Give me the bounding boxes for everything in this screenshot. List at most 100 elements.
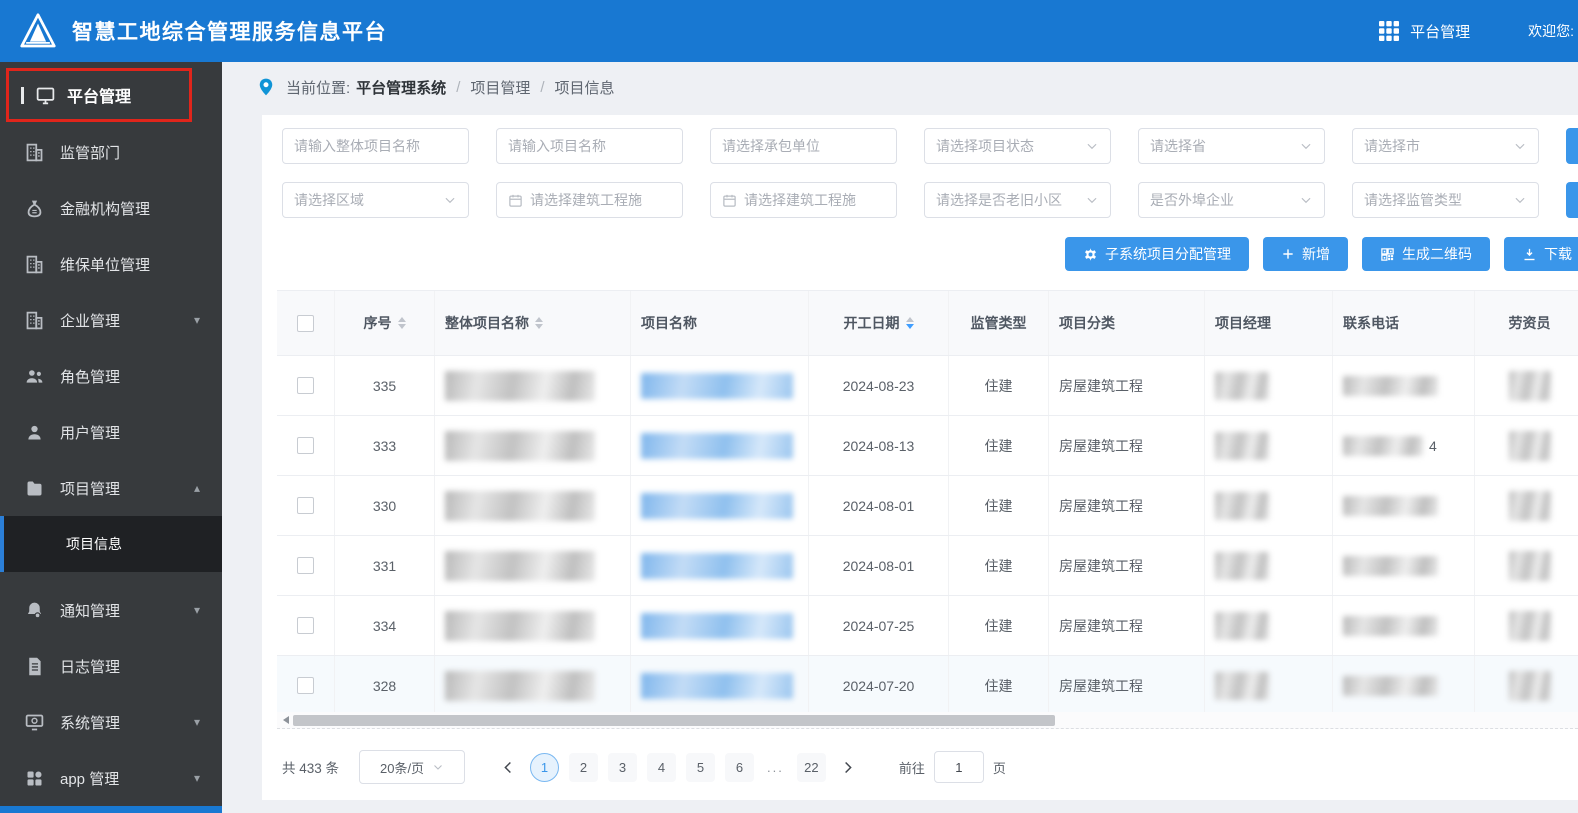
page-button-3[interactable]: 3 bbox=[608, 752, 638, 782]
col-header-select[interactable] bbox=[277, 291, 335, 355]
construction-date-end[interactable]: 请选择建筑工程施 bbox=[710, 182, 897, 218]
table-cell: 2024-08-13 bbox=[809, 416, 949, 475]
page-button-6[interactable]: 6 bbox=[725, 752, 755, 782]
sort-icon[interactable] bbox=[535, 317, 543, 329]
overall-project-name-input[interactable]: 请输入整体项目名称 bbox=[282, 128, 469, 164]
col-header-overall-name[interactable]: 整体项目名称 bbox=[435, 291, 631, 355]
row-checkbox[interactable] bbox=[297, 377, 314, 394]
table-cell bbox=[435, 476, 631, 535]
page-button-5[interactable]: 5 bbox=[686, 752, 716, 782]
sidebar-item-label: 金融机构管理 bbox=[60, 200, 151, 218]
page-button-2[interactable]: 2 bbox=[569, 752, 599, 782]
add-button[interactable]: 新增 bbox=[1263, 237, 1348, 271]
breadcrumb-item-root[interactable]: 平台管理系统 bbox=[356, 77, 446, 98]
col-header-start-date[interactable]: 开工日期 bbox=[809, 291, 949, 355]
table-cell bbox=[1333, 536, 1475, 595]
sidebar-item-system[interactable]: 系统管理 ▾ bbox=[0, 694, 222, 750]
row-checkbox[interactable] bbox=[297, 437, 314, 454]
scrollbar-thumb[interactable] bbox=[293, 714, 1055, 726]
goto-page-input[interactable]: 1 bbox=[933, 751, 984, 783]
sort-icon[interactable] bbox=[397, 317, 406, 329]
construction-date-start[interactable]: 请选择建筑工程施 bbox=[496, 182, 683, 218]
col-header-seq[interactable]: 序号 bbox=[335, 291, 435, 355]
moneybag-icon bbox=[24, 198, 45, 219]
row-checkbox[interactable] bbox=[297, 617, 314, 634]
breadcrumb-item-project-mgmt[interactable]: 项目管理 bbox=[470, 77, 530, 98]
page-size-select[interactable]: 20条/页 bbox=[359, 750, 466, 784]
prev-page-button[interactable] bbox=[491, 752, 525, 782]
search-button[interactable] bbox=[1566, 128, 1578, 164]
external-enterprise-select[interactable]: 是否外埠企业 bbox=[1138, 182, 1325, 218]
placeholder-text: 请选择承包单位 bbox=[722, 138, 820, 154]
table-cell bbox=[631, 416, 809, 475]
download-button[interactable]: 下载 bbox=[1504, 237, 1578, 271]
redacted-project-name-link[interactable] bbox=[641, 552, 793, 579]
generate-qrcode-button[interactable]: 生成二维码 bbox=[1362, 237, 1490, 271]
table-cell: 334 bbox=[335, 596, 435, 655]
sidebar-item-notice[interactable]: 通知管理 ▾ bbox=[0, 582, 222, 638]
old-community-select[interactable]: 请选择是否老旧小区 bbox=[924, 182, 1111, 218]
sidebar-item-role[interactable]: 角色管理 bbox=[0, 348, 222, 404]
sidebar-item-label: 平台管理 bbox=[67, 89, 132, 106]
search-button[interactable] bbox=[1566, 182, 1578, 218]
more-pages-button[interactable]: ... bbox=[767, 760, 784, 775]
sort-desc-icon bbox=[905, 324, 914, 329]
collapse-bar-icon bbox=[21, 86, 24, 104]
seq-value: 328 bbox=[372, 677, 397, 694]
row-checkbox[interactable] bbox=[297, 497, 314, 514]
redacted-project-name-link[interactable] bbox=[641, 612, 793, 639]
chevron-down-icon bbox=[1513, 193, 1527, 207]
horizontal-scrollbar[interactable] bbox=[277, 712, 1578, 729]
row-checkbox[interactable] bbox=[297, 557, 314, 574]
sidebar-item-platform[interactable]: 平台管理 bbox=[0, 62, 222, 124]
sidebar-item-label: 用户管理 bbox=[60, 424, 121, 442]
sidebar-subitem-project-info[interactable]: 项目信息 bbox=[0, 516, 222, 572]
project-status-select[interactable]: 请选择项目状态 bbox=[924, 128, 1111, 164]
table-cell bbox=[1475, 416, 1578, 475]
province-select[interactable]: 请选择省 bbox=[1138, 128, 1325, 164]
sidebar-item-enterprise[interactable]: 企业管理 ▾ bbox=[0, 292, 222, 348]
next-page-button[interactable] bbox=[831, 752, 865, 782]
contractor-select[interactable]: 请选择承包单位 bbox=[710, 128, 897, 164]
sidebar-item-supervision-dept[interactable]: 监管部门 bbox=[0, 124, 222, 180]
table-cell: 333 bbox=[335, 416, 435, 475]
row-checkbox[interactable] bbox=[297, 677, 314, 694]
city-select[interactable]: 请选择市 bbox=[1352, 128, 1539, 164]
sidebar-item-finance-org[interactable]: 金融机构管理 bbox=[0, 180, 222, 236]
subsystem-assign-button[interactable]: 子系统项目分配管理 bbox=[1065, 237, 1249, 271]
chevron-down-icon: ▾ bbox=[193, 313, 200, 327]
redacted-phone bbox=[1343, 675, 1438, 696]
apps-grid-icon[interactable] bbox=[1377, 19, 1401, 43]
column-label: 开工日期 bbox=[843, 315, 900, 331]
goto-value: 1 bbox=[955, 759, 963, 775]
table-cell: 住建 bbox=[949, 536, 1049, 595]
sidebar-item-maintenance-unit[interactable]: 维保单位管理 bbox=[0, 236, 222, 292]
header-nav-platform[interactable]: 平台管理 bbox=[1410, 21, 1470, 42]
breadcrumb-item-project-info[interactable]: 项目信息 bbox=[555, 77, 615, 98]
sidebar-item-app[interactable]: app 管理 ▾ bbox=[0, 750, 222, 806]
redacted-project-name-link[interactable] bbox=[641, 492, 793, 519]
sidebar-item-project[interactable]: 项目管理 ▴ bbox=[0, 460, 222, 516]
page-button-1[interactable]: 1 bbox=[530, 752, 560, 782]
redacted-project-name-link[interactable] bbox=[641, 432, 793, 459]
project-name-input[interactable]: 请输入项目名称 bbox=[496, 128, 683, 164]
table-cell bbox=[1475, 536, 1578, 595]
sort-icon[interactable] bbox=[905, 317, 914, 329]
region-select[interactable]: 请选择区域 bbox=[282, 182, 469, 218]
redacted-project-name-link[interactable] bbox=[641, 372, 793, 399]
supervision-type-value: 住建 bbox=[984, 377, 1013, 394]
redacted-phone bbox=[1343, 615, 1438, 636]
select-all-checkbox[interactable] bbox=[297, 314, 314, 332]
sidebar-item-log[interactable]: 日志管理 bbox=[0, 638, 222, 694]
scroll-left-arrow-icon[interactable] bbox=[283, 716, 289, 724]
main-content: 当前位置: 平台管理系统 / 项目管理 / 项目信息 请输入整体项目名称 请输入项… bbox=[222, 62, 1578, 813]
sidebar-item-user[interactable]: 用户管理 bbox=[0, 404, 222, 460]
page-button-4[interactable]: 4 bbox=[647, 752, 677, 782]
table-body: 335 2024-08-23 住建 房屋建筑工程 333 2024-08-13 住建 房屋建筑… bbox=[277, 356, 1578, 716]
page-button-22[interactable]: 22 bbox=[796, 752, 826, 782]
redacted-project-name-link[interactable] bbox=[641, 672, 793, 699]
supervision-type-select[interactable]: 请选择监管类型 bbox=[1352, 182, 1539, 218]
table-cell bbox=[1475, 356, 1578, 415]
table-cell bbox=[631, 596, 809, 655]
table-cell bbox=[631, 536, 809, 595]
